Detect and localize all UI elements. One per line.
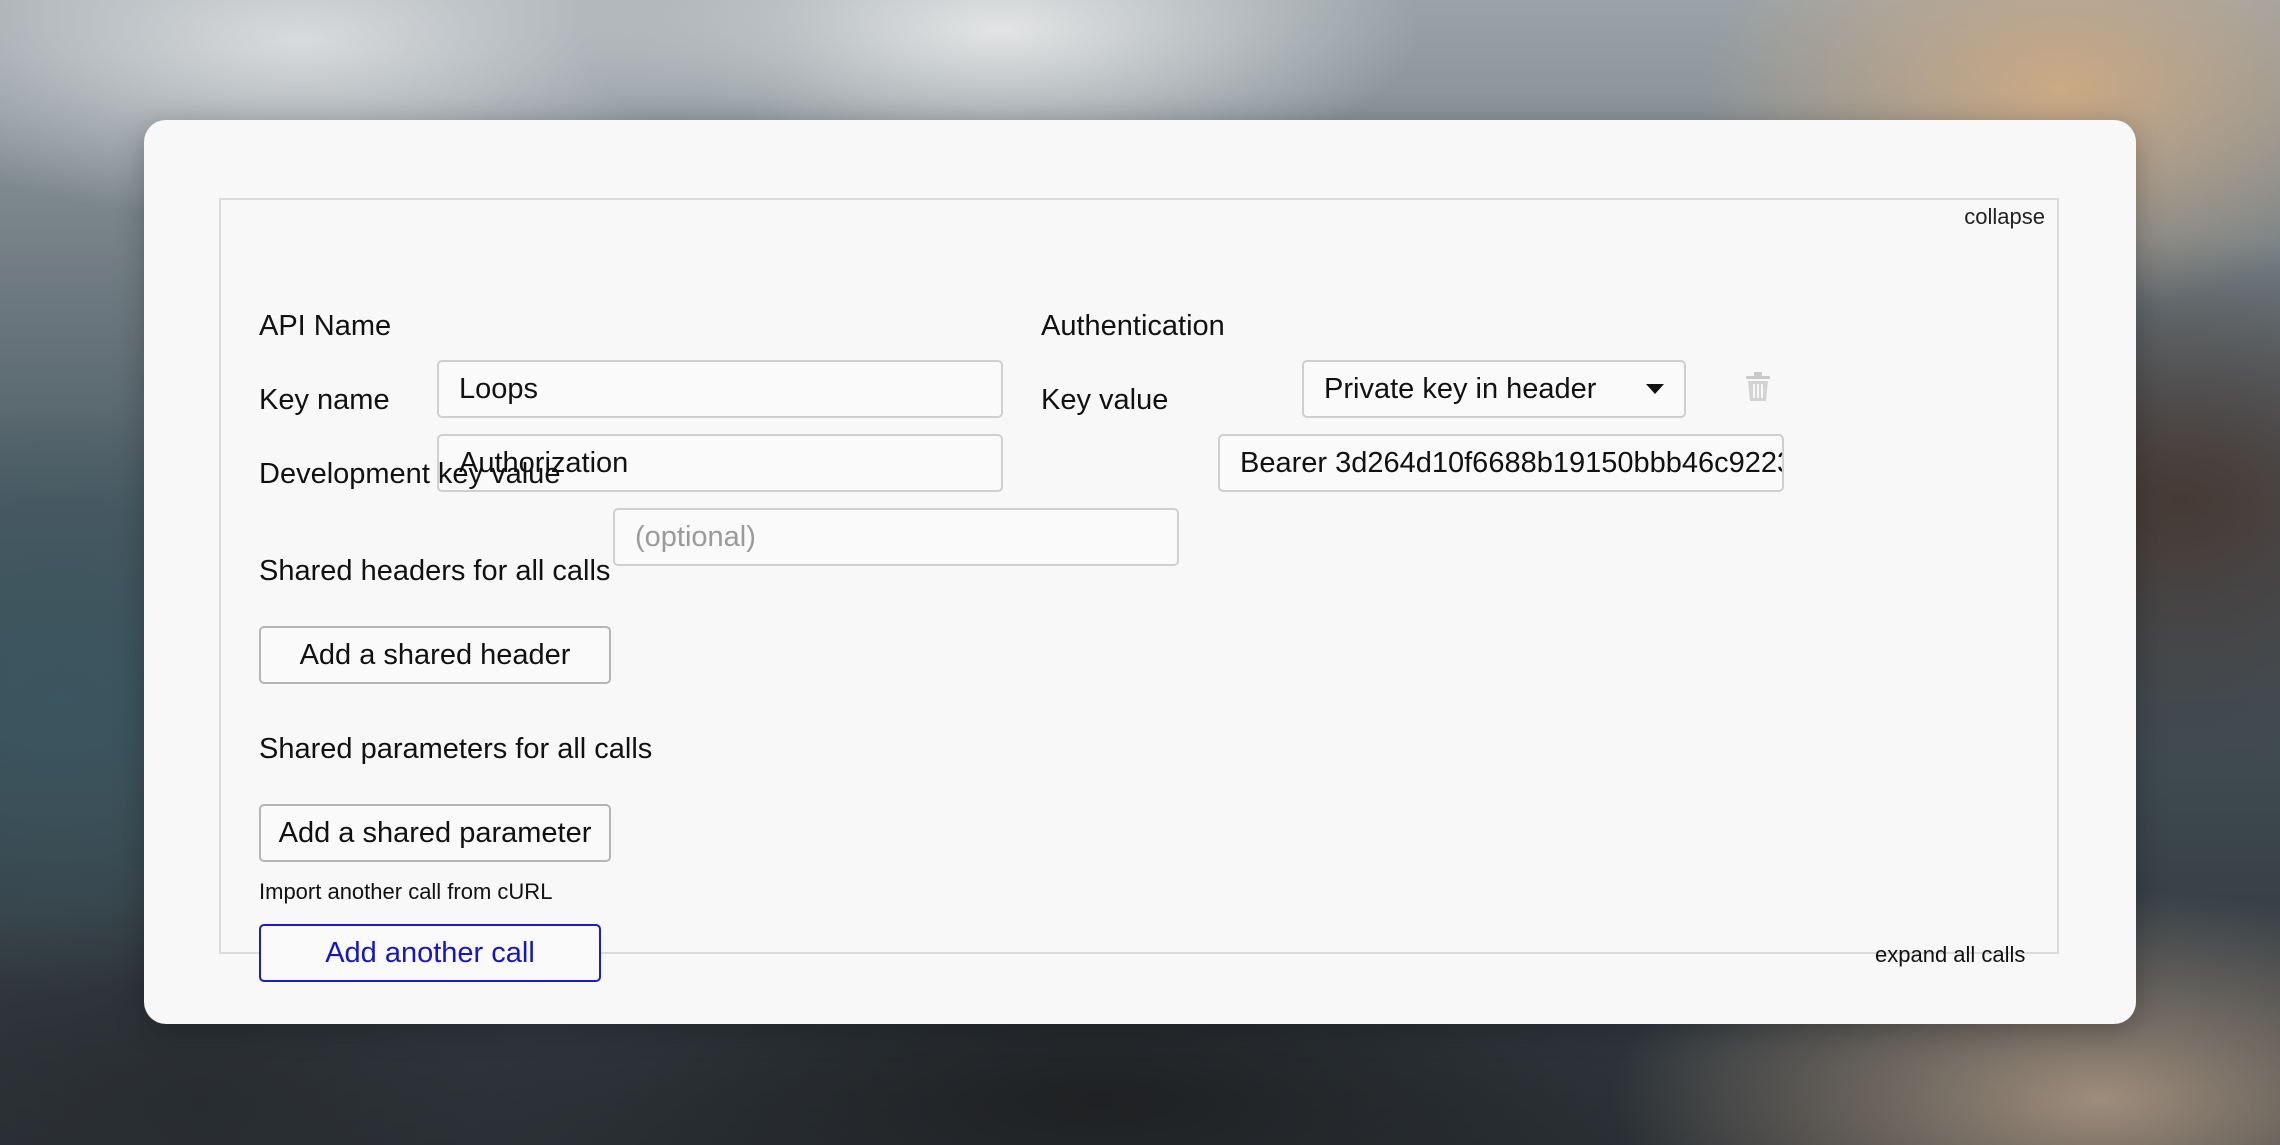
dev-key-label: Development key value: [259, 458, 561, 490]
api-section: collapse API Name Loops Authentication P…: [219, 198, 2059, 982]
add-shared-header-button[interactable]: Add a shared header: [259, 626, 611, 684]
api-name-field[interactable]: Loops: [437, 360, 1003, 418]
expand-all-calls-link[interactable]: expand all calls: [1875, 942, 2025, 968]
key-value-label: Key value: [1041, 384, 1169, 416]
add-shared-parameter-button[interactable]: Add a shared parameter: [259, 804, 611, 862]
shared-headers-title: Shared headers for all calls: [259, 555, 611, 587]
authentication-value: Private key in header: [1324, 372, 1597, 405]
key-value-value: Bearer 3d264d10f6688b19150bbb46c9223: [1240, 446, 1784, 479]
import-curl-link[interactable]: Import another call from cURL: [259, 879, 552, 905]
trash-icon[interactable]: [1745, 372, 1771, 407]
key-name-label: Key name: [259, 384, 390, 416]
authentication-label: Authentication: [1041, 310, 1225, 342]
collapse-link[interactable]: collapse: [1964, 204, 2045, 230]
key-value-field[interactable]: Bearer 3d264d10f6688b19150bbb46c9223: [1218, 434, 1784, 492]
api-name-value: Loops: [459, 372, 539, 405]
shared-params-title: Shared parameters for all calls: [259, 733, 653, 765]
dev-key-input[interactable]: [613, 508, 1179, 566]
add-another-call-button[interactable]: Add another call: [259, 924, 601, 982]
chevron-down-icon: [1646, 384, 1664, 394]
api-settings-panel: collapse API Name Loops Authentication P…: [144, 120, 2136, 1024]
authentication-dropdown[interactable]: Private key in header: [1302, 360, 1686, 418]
api-name-label: API Name: [259, 310, 392, 342]
